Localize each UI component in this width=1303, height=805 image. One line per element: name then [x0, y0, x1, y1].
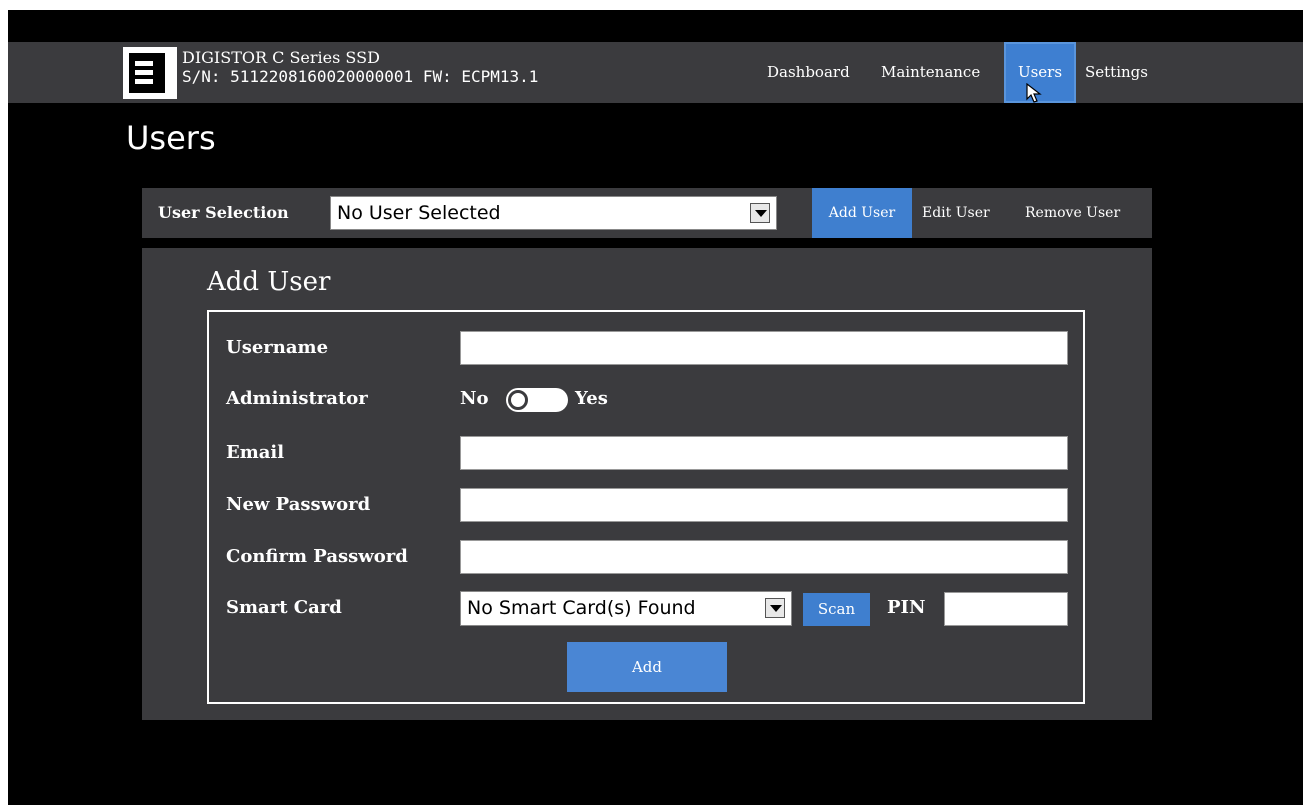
administrator-label: Administrator — [226, 388, 368, 409]
page-title: Users — [126, 119, 216, 157]
toggle-knob[interactable] — [508, 390, 528, 410]
nav-dashboard[interactable]: Dashboard — [767, 42, 850, 103]
user-selection-bar: User Selection No User Selected Add User… — [142, 188, 1152, 238]
username-input[interactable] — [460, 331, 1068, 365]
app-screen: DIGISTOR C Series SSD S/N: 5112208160020… — [8, 10, 1303, 805]
username-label: Username — [226, 337, 329, 358]
smart-card-value: No Smart Card(s) Found — [467, 597, 696, 619]
device-name: DIGISTOR C Series SSD — [182, 48, 380, 67]
email-input[interactable] — [460, 436, 1068, 470]
header-bar: DIGISTOR C Series SSD S/N: 5112208160020… — [8, 42, 1303, 103]
digistor-logo-icon — [123, 47, 177, 99]
user-selection-dropdown[interactable]: No User Selected — [330, 196, 777, 230]
new-password-input[interactable] — [460, 488, 1068, 522]
add-button[interactable]: Add — [567, 642, 727, 692]
confirm-password-input[interactable] — [460, 540, 1068, 574]
email-label: Email — [226, 442, 285, 463]
smart-card-dropdown[interactable]: No Smart Card(s) Found — [460, 591, 792, 626]
pin-label: PIN — [887, 597, 926, 618]
device-serial-firmware: S/N: 5112208160020000001 FW: ECPM13.1 — [182, 67, 539, 86]
pin-input[interactable] — [944, 592, 1068, 626]
chevron-down-icon[interactable] — [765, 598, 785, 618]
user-selection-value: No User Selected — [337, 202, 501, 224]
confirm-password-label: Confirm Password — [226, 546, 408, 567]
tab-edit-user[interactable]: Edit User — [922, 188, 990, 238]
add-user-panel: Add User Username Administrator No Yes E… — [142, 248, 1152, 720]
scan-button[interactable]: Scan — [803, 593, 870, 626]
new-password-label: New Password — [226, 494, 371, 515]
tab-add-user[interactable]: Add User — [812, 188, 912, 238]
toggle-yes-label: Yes — [575, 388, 608, 409]
tab-remove-user[interactable]: Remove User — [1025, 188, 1120, 238]
chevron-down-icon[interactable] — [750, 203, 770, 223]
add-user-form: Username Administrator No Yes Email New … — [207, 310, 1085, 704]
user-selection-label: User Selection — [158, 203, 289, 222]
panel-title: Add User — [207, 267, 331, 297]
administrator-toggle[interactable] — [506, 388, 568, 412]
toggle-no-label: No — [460, 388, 489, 409]
smart-card-label: Smart Card — [226, 597, 342, 618]
nav-maintenance[interactable]: Maintenance — [881, 42, 980, 103]
nav-settings[interactable]: Settings — [1085, 42, 1148, 103]
mouse-cursor-icon — [1026, 83, 1042, 103]
